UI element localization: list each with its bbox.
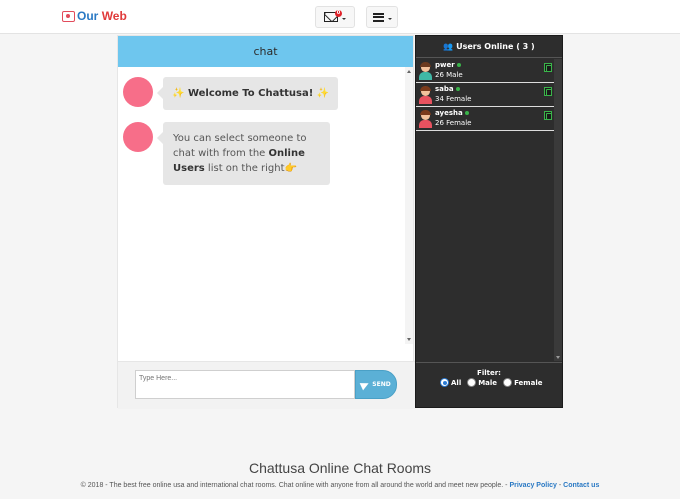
filter-title: Filter: [477, 369, 501, 377]
user-row-saba[interactable]: saba 34 Female [416, 83, 554, 107]
menu-button[interactable] [366, 6, 398, 28]
logo-chat-icon [62, 10, 75, 22]
navbar: Our Web 0 [0, 0, 680, 34]
filter-male[interactable]: Male [467, 378, 497, 387]
avatar [123, 122, 153, 152]
user-flag-icon [544, 87, 552, 96]
gender-filter: Filter: All Male Female [416, 362, 562, 407]
chat-message: You can select someone to chat with from… [123, 122, 330, 185]
chat-header: chat [118, 36, 413, 67]
user-flag-icon [544, 111, 552, 120]
user-name: ayesha [435, 109, 469, 117]
message-bubble: You can select someone to chat with from… [157, 122, 330, 185]
scroll-up-icon[interactable] [407, 70, 411, 73]
compose-area: SEND [118, 361, 415, 409]
chat-message: ✨ Welcome To Chattusa! ✨ [123, 77, 339, 110]
chevron-down-icon [342, 17, 346, 20]
user-avatar-icon [418, 86, 432, 104]
send-label: SEND [372, 381, 391, 388]
chevron-down-icon [387, 17, 392, 20]
chat-messages: ✨ Welcome To Chattusa! ✨ You can select … [118, 67, 415, 345]
users-group-icon: 👥 [443, 42, 454, 51]
online-dot-icon [464, 111, 469, 115]
messages-badge: 0 [335, 10, 342, 17]
chat-scrollbar[interactable] [405, 67, 413, 344]
users-header: 👥 Users Online ( 3 ) [416, 36, 562, 58]
radio-all[interactable] [440, 378, 449, 387]
message-bubble: ✨ Welcome To Chattusa! ✨ [156, 77, 339, 110]
user-info: 26 Male [435, 71, 463, 79]
paper-plane-icon [359, 379, 371, 390]
online-dot-icon [455, 87, 460, 91]
chat-panel: chat ✨ Welcome To Chattusa! ✨ You can se… [117, 35, 415, 409]
sparkles-icon: ✨ [316, 88, 330, 99]
users-list: pwer 26 Male saba 34 Female ayesha 26 Fe… [416, 59, 554, 131]
avatar [123, 77, 153, 107]
users-scrollbar[interactable] [554, 59, 562, 361]
scroll-down-icon[interactable] [407, 338, 411, 341]
hamburger-icon [372, 12, 384, 22]
filter-options: All Male Female [440, 378, 542, 387]
user-flag-icon [544, 63, 552, 72]
messages-button[interactable]: 0 [315, 6, 355, 28]
footer-title: Chattusa Online Chat Rooms [248, 460, 432, 476]
contact-us-link[interactable]: Contact us [563, 482, 599, 489]
user-avatar-icon [418, 110, 432, 128]
message-text: Welcome To Chattusa! [187, 88, 314, 99]
pointing-right-icon: 👉 [284, 163, 297, 174]
send-button[interactable]: SEND [355, 370, 397, 399]
user-info: 34 Female [435, 95, 472, 103]
footer-text: © 2018 - The best free online usa and in… [80, 482, 600, 489]
filter-female[interactable]: Female [503, 378, 542, 387]
user-avatar-icon [418, 62, 432, 80]
user-name: pwer [435, 61, 461, 69]
privacy-policy-link[interactable]: Privacy Policy [509, 482, 556, 489]
scroll-down-icon[interactable] [556, 356, 560, 359]
radio-male[interactable] [467, 378, 477, 387]
user-info: 26 Female [435, 119, 472, 127]
radio-female[interactable] [503, 378, 513, 387]
filter-all[interactable]: All [440, 378, 461, 387]
sparkles-icon: ✨ [172, 88, 185, 99]
user-row-pwer[interactable]: pwer 26 Male [416, 59, 554, 83]
users-panel: 👥 Users Online ( 3 ) pwer 26 Male saba 3… [415, 35, 563, 408]
online-dot-icon [456, 63, 461, 67]
logo-text: Our Web [77, 9, 127, 23]
user-name: saba [435, 85, 460, 93]
message-input[interactable] [135, 370, 355, 399]
user-row-ayesha[interactable]: ayesha 26 Female [416, 107, 554, 131]
logo[interactable]: Our Web [62, 8, 127, 24]
